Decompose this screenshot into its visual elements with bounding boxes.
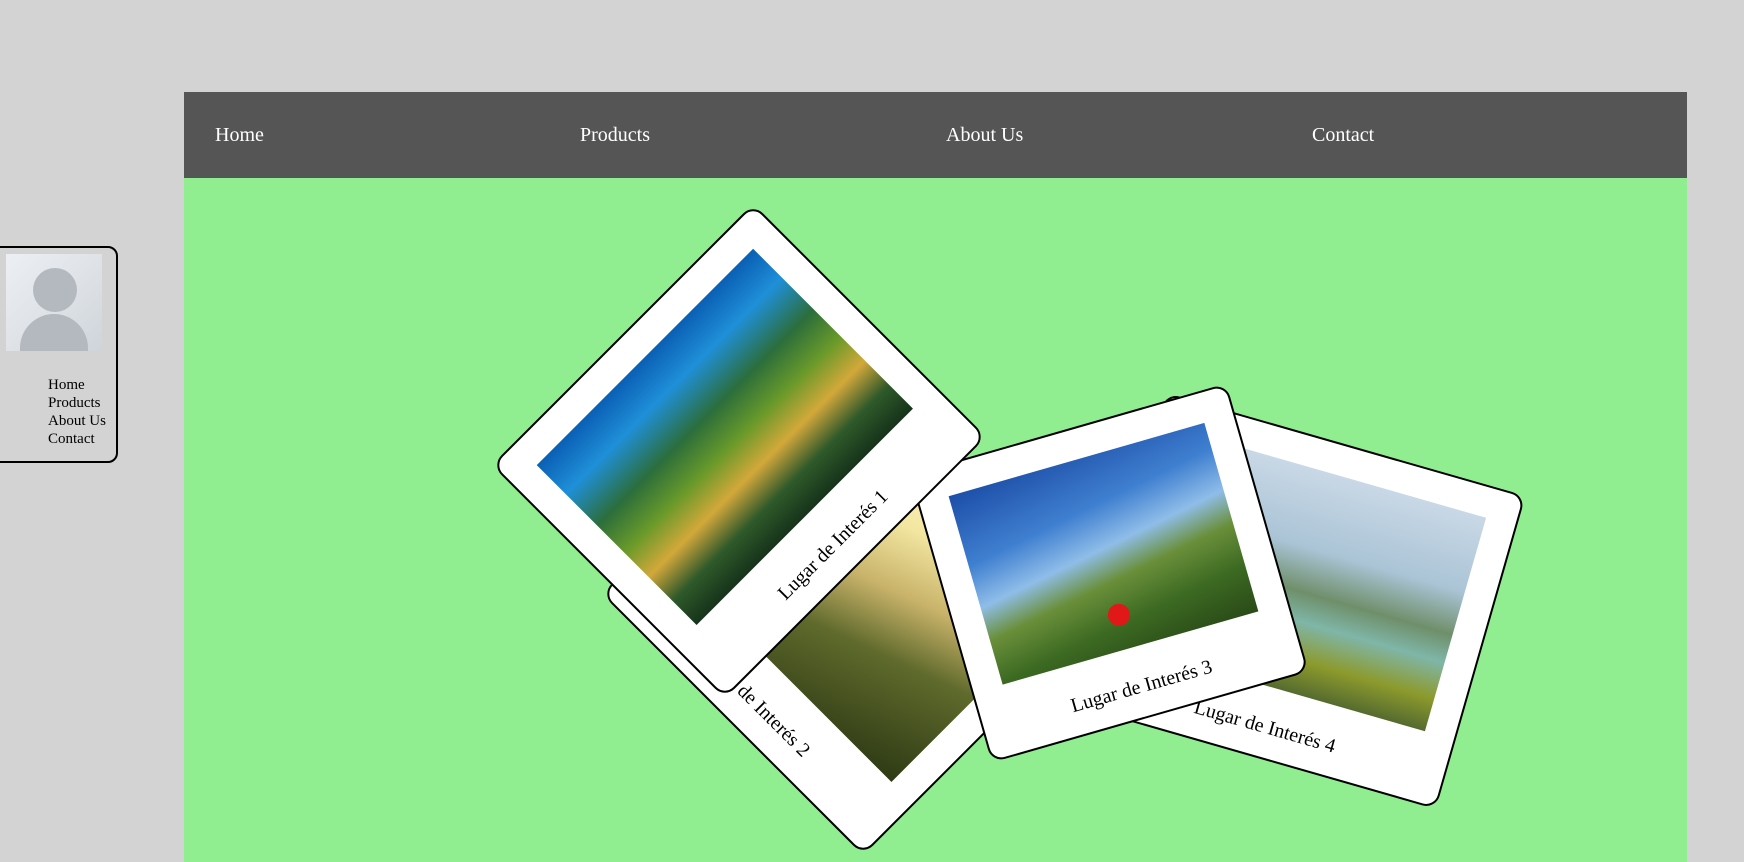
avatar-body — [20, 314, 88, 351]
card-3-photo — [948, 422, 1259, 685]
sidebar-menu: Home Products About Us Contact — [48, 376, 106, 448]
sidebar-item-contact[interactable]: Contact — [48, 430, 106, 448]
nav-about-us-link[interactable]: About Us — [946, 124, 1023, 147]
top-nav-bar: Home Products About Us Contact — [184, 92, 1687, 178]
nav-products-link[interactable]: Products — [580, 124, 650, 147]
gallery-stage: Lugar de Interés 2 Lugar de Interés 4 Lu… — [184, 178, 1687, 862]
sidebar-item-about-us[interactable]: About Us — [48, 412, 106, 430]
avatar — [6, 254, 102, 351]
avatar-head — [33, 268, 77, 312]
sidebar-item-products[interactable]: Products — [48, 394, 106, 412]
sidebar-item-home[interactable]: Home — [48, 376, 106, 394]
red-flower-icon — [1105, 601, 1133, 629]
nav-home-link[interactable]: Home — [215, 124, 264, 147]
nav-contact-link[interactable]: Contact — [1312, 124, 1374, 147]
sidebar-panel: Home Products About Us Contact — [0, 246, 118, 463]
